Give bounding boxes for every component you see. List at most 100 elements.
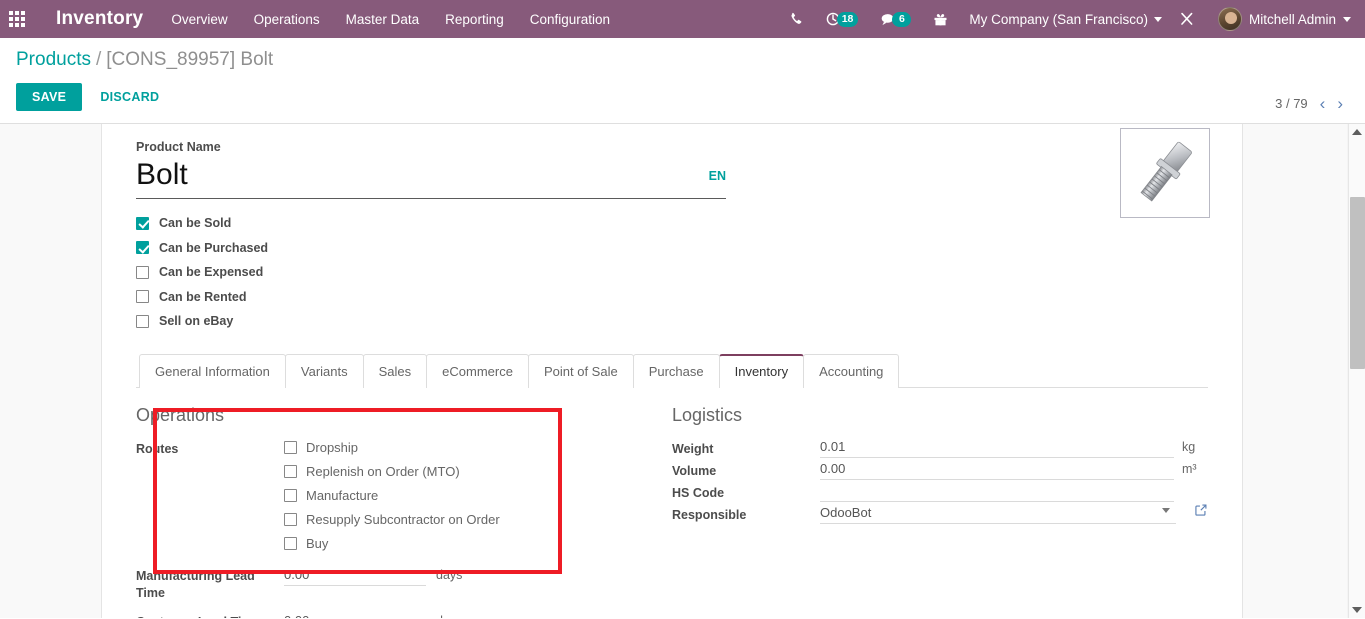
can-be-expensed-checkbox[interactable]	[136, 265, 149, 279]
user-name-label: Mitchell Admin	[1248, 11, 1336, 27]
record-pager: 3 / 79 ‹ ›	[1275, 95, 1343, 112]
product-form-sheet: Product Name Bolt EN Can be Sold Can be …	[101, 124, 1243, 618]
checkbox-row-can-be-purchased[interactable]: Can be Purchased	[136, 236, 1208, 261]
chevron-down-icon	[1343, 16, 1351, 22]
routes-label: Routes	[136, 441, 179, 456]
product-name-value[interactable]: Bolt	[136, 155, 726, 195]
scroll-down-arrow-icon[interactable]	[1349, 602, 1365, 618]
operations-title: Operations	[136, 404, 225, 425]
can-be-expensed-label[interactable]: Can be Expensed	[159, 265, 263, 279]
tab-ecommerce[interactable]: eCommerce	[426, 353, 529, 388]
menu-item-master-data[interactable]: Master Data	[346, 8, 420, 31]
route-row-resupply-subcontractor[interactable]: Resupply Subcontractor on Order	[284, 508, 652, 532]
company-switcher[interactable]: My Company (San Francisco)	[959, 12, 1168, 27]
route-row-replenish-on-order[interactable]: Replenish on Order (MTO)	[284, 460, 652, 484]
tab-inventory[interactable]: Inventory	[718, 353, 805, 388]
tab-sales[interactable]: Sales	[362, 353, 428, 388]
route-row-buy[interactable]: Buy	[284, 532, 652, 556]
menu-item-operations[interactable]: Operations	[254, 8, 320, 31]
routes-field-row: Routes Dropship Replenish on Order (MTO)	[136, 436, 652, 556]
route-resupply-subcontractor-label[interactable]: Resupply Subcontractor on Order	[306, 512, 500, 527]
inventory-tab-pane: Operations Routes Dropship Replenish on …	[136, 388, 1208, 619]
can-be-rented-label[interactable]: Can be Rented	[159, 290, 247, 304]
menu-item-configuration[interactable]: Configuration	[530, 8, 610, 31]
tab-accounting[interactable]: Accounting	[803, 353, 900, 388]
manufacturing-lead-time-row: Manufacturing Lead Time days	[136, 563, 652, 602]
route-row-manufacture[interactable]: Manufacture	[284, 484, 652, 508]
vertical-scrollbar[interactable]	[1348, 124, 1365, 618]
gift-icon[interactable]	[922, 0, 959, 38]
product-notebook-tabs: General Information Variants Sales eComm…	[136, 353, 1208, 388]
chevron-down-icon	[1153, 16, 1162, 22]
logistics-group: Logistics Weight kg Volume	[672, 402, 1208, 619]
tab-purchase[interactable]: Purchase	[632, 353, 720, 388]
discard-button[interactable]: DISCARD	[90, 83, 169, 111]
sell-on-ebay-label[interactable]: Sell on eBay	[159, 314, 233, 328]
manufacturing-lead-time-input[interactable]	[284, 563, 426, 586]
pager-counter: 3 / 79	[1275, 96, 1308, 111]
messages-counter[interactable]: 6	[869, 0, 922, 38]
route-buy-label[interactable]: Buy	[306, 536, 328, 551]
hs-code-field-row: HS Code	[672, 479, 1208, 502]
checkbox-row-can-be-rented[interactable]: Can be Rented	[136, 285, 1208, 310]
operations-group: Operations Routes Dropship Replenish on …	[136, 402, 672, 619]
customer-lead-time-label: Customer Lead Time	[136, 610, 284, 619]
control-panel: Products / [CONS_89957] Bolt SAVE DISCARD …	[0, 38, 1365, 124]
routes-checkbox-list: Dropship Replenish on Order (MTO) Manufa…	[284, 436, 652, 556]
can-be-rented-checkbox[interactable]	[136, 290, 149, 304]
route-replenish-on-order-label[interactable]: Replenish on Order (MTO)	[306, 464, 460, 479]
sell-on-ebay-checkbox[interactable]	[136, 314, 149, 328]
bolt-product-photo[interactable]	[1120, 128, 1210, 218]
pager-previous-button[interactable]: ‹	[1320, 95, 1326, 112]
tab-point-of-sale[interactable]: Point of Sale	[527, 353, 634, 388]
volume-input[interactable]	[820, 457, 1174, 480]
responsible-select[interactable]	[820, 501, 1176, 524]
can-be-purchased-label[interactable]: Can be Purchased	[159, 241, 268, 255]
app-brand-inventory[interactable]: Inventory	[56, 8, 143, 30]
can-be-purchased-checkbox[interactable]	[136, 241, 149, 255]
route-row-dropship[interactable]: Dropship	[284, 436, 652, 460]
phone-icon[interactable]	[778, 0, 815, 38]
route-dropship-label[interactable]: Dropship	[306, 440, 358, 455]
route-resupply-subcontractor-checkbox[interactable]	[284, 513, 297, 526]
tab-general-information[interactable]: General Information	[139, 353, 286, 388]
checkbox-row-sell-on-ebay[interactable]: Sell on eBay	[136, 309, 1208, 334]
responsible-input[interactable]	[820, 501, 1176, 524]
can-be-sold-checkbox[interactable]	[136, 216, 149, 230]
external-link-icon[interactable]	[1194, 503, 1208, 522]
pager-next-button[interactable]: ›	[1337, 95, 1343, 112]
main-menu: Overview Operations Master Data Reportin…	[171, 8, 610, 31]
weight-input[interactable]	[820, 435, 1174, 458]
checkbox-row-can-be-expensed[interactable]: Can be Expensed	[136, 260, 1208, 285]
user-menu[interactable]: Mitchell Admin	[1206, 7, 1357, 31]
checkbox-row-can-be-sold[interactable]: Can be Sold	[136, 211, 1208, 236]
hs-code-input[interactable]	[820, 479, 1174, 502]
manufacturing-lead-time-label: Manufacturing Lead Time	[136, 568, 255, 600]
navbar-right-tools: 18 6 My Company (San Francisco) Mitchell…	[778, 0, 1357, 38]
apps-grid-icon[interactable]	[0, 0, 34, 38]
top-navbar: Inventory Overview Operations Master Dat…	[0, 0, 1365, 38]
product-name-field[interactable]: Bolt EN	[136, 155, 726, 199]
scroll-up-arrow-icon[interactable]	[1349, 124, 1365, 140]
customer-lead-time-input[interactable]	[284, 609, 426, 618]
translation-language-tag[interactable]: EN	[709, 169, 726, 183]
menu-item-reporting[interactable]: Reporting	[445, 8, 504, 31]
chevron-down-icon[interactable]	[1162, 507, 1170, 513]
route-manufacture-label[interactable]: Manufacture	[306, 488, 378, 503]
save-button[interactable]: SAVE	[16, 83, 83, 111]
route-buy-checkbox[interactable]	[284, 537, 297, 550]
tools-wrench-icon[interactable]	[1168, 0, 1206, 38]
activity-counter[interactable]: 18	[815, 0, 870, 38]
menu-item-overview[interactable]: Overview	[171, 8, 227, 31]
scrollbar-thumb[interactable]	[1350, 197, 1365, 369]
breadcrumb: Products / [CONS_89957] Bolt	[16, 47, 1349, 72]
route-manufacture-checkbox[interactable]	[284, 489, 297, 502]
hs-code-label: HS Code	[672, 485, 725, 500]
tab-variants[interactable]: Variants	[284, 353, 364, 388]
breadcrumb-current-record: [CONS_89957] Bolt	[106, 49, 274, 70]
breadcrumb-products-link[interactable]: Products	[16, 49, 91, 70]
can-be-sold-label[interactable]: Can be Sold	[159, 216, 231, 230]
route-replenish-on-order-checkbox[interactable]	[284, 465, 297, 478]
customer-lead-time-row: Customer Lead Time days	[136, 609, 652, 619]
route-dropship-checkbox[interactable]	[284, 441, 297, 454]
